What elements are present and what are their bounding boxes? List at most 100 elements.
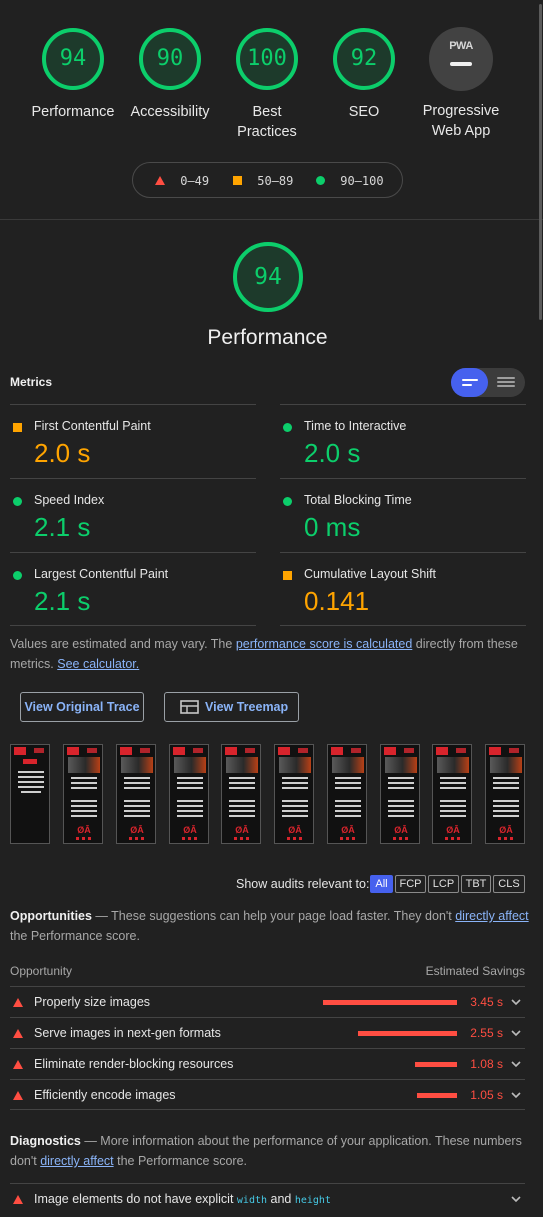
chevron-down-icon[interactable]: [510, 1089, 522, 1101]
score-ring: 100: [234, 26, 300, 92]
metrics-view-toggle[interactable]: [451, 368, 525, 397]
toggle-detail-view[interactable]: [488, 368, 525, 397]
score-value: 90: [156, 46, 184, 71]
filmstrip-frame: ØĀ: [327, 744, 367, 844]
filmstrip-frame: ØĀ: [116, 744, 156, 844]
see-calculator-link[interactable]: See calculator.: [57, 657, 139, 671]
savings-value: 2.55 s: [470, 1026, 503, 1040]
filmstrip-frame: ØĀ: [63, 744, 103, 844]
filter-chip-fcp[interactable]: FCP: [395, 875, 426, 893]
diagnostics-title: Diagnostics: [10, 1134, 81, 1148]
triangle-icon: [13, 1029, 23, 1038]
chevron-down-icon[interactable]: [510, 996, 522, 1008]
circle-icon: [283, 497, 292, 506]
square-icon: [283, 571, 292, 580]
filmstrip-frame: ØĀ: [380, 744, 420, 844]
opportunity-row[interactable]: Properly size images 3.45 s: [10, 986, 525, 1017]
opportunities-desc: the Performance score.: [10, 929, 140, 943]
diagnostics-desc: the Performance score.: [113, 1154, 248, 1168]
pwa-icon: PWA: [429, 27, 493, 91]
filmstrip-frame: ØĀ: [169, 744, 209, 844]
legend-average: 50–89: [233, 174, 293, 188]
chevron-down-icon[interactable]: [510, 1193, 522, 1205]
gauge-label: SEO: [348, 104, 380, 120]
metric-time-to-interactive: Time to Interactive 2.0 s: [280, 404, 526, 478]
filmstrip-frame: [10, 744, 50, 844]
opportunity-row[interactable]: Serve images in next-gen formats 2.55 s: [10, 1017, 525, 1048]
triangle-icon: [13, 1091, 23, 1100]
diagnostic-title: Image elements do not have explicit widt…: [34, 1192, 331, 1206]
metric-value: 0.141: [304, 586, 370, 616]
score-ring: 90: [137, 26, 203, 92]
opportunity-row[interactable]: Eliminate render-blocking resources 1.08…: [10, 1048, 525, 1079]
metrics-heading: Metrics: [10, 375, 53, 389]
gauge-pwa[interactable]: PWA Progressive Web App: [406, 26, 516, 141]
opportunity-row[interactable]: Efficiently encode images 1.05 s: [10, 1079, 525, 1110]
metrics-note: Values are estimated and may vary. The p…: [10, 634, 530, 674]
metric-largest-contentful-paint: Largest Contentful Paint 2.1 s: [10, 552, 256, 626]
scrollbar-thumb[interactable]: [539, 4, 542, 320]
treemap-icon: [180, 700, 199, 714]
savings-value: 3.45 s: [470, 995, 503, 1009]
circle-icon: [283, 423, 292, 432]
triangle-icon: [13, 998, 23, 1007]
circle-icon: [13, 497, 22, 506]
diagnostic-row[interactable]: Image elements do not have explicit widt…: [10, 1183, 525, 1214]
metric-total-blocking-time: Total Blocking Time 0 ms: [280, 478, 526, 552]
gauge-seo[interactable]: 92 SEO: [309, 26, 419, 122]
legend-pass: 90–100: [316, 174, 384, 188]
score-value: 94: [59, 46, 87, 71]
view-original-trace-button[interactable]: View Original Trace: [20, 692, 144, 722]
category-gauges: 94 Performance 90 Accessibility 100 Best…: [0, 0, 543, 220]
gauge-accessibility[interactable]: 90 Accessibility: [115, 26, 225, 122]
metric-value: 2.0 s: [34, 438, 91, 468]
opportunity-title: Properly size images: [34, 995, 151, 1009]
legend-fail: 0–49: [155, 174, 209, 188]
code-height: height: [294, 1195, 331, 1206]
directly-affect-link[interactable]: directly affect: [40, 1154, 113, 1168]
view-treemap-label: View Treemap: [205, 700, 289, 714]
metric-cumulative-layout-shift: Cumulative Layout Shift 0.141: [280, 552, 526, 626]
view-treemap-button[interactable]: View Treemap: [164, 692, 299, 722]
gauge-label: Performance: [31, 104, 115, 120]
note-text: Values are estimated and may vary. The: [10, 637, 236, 651]
score-ring: 94: [40, 26, 106, 92]
code-width: width: [236, 1195, 268, 1206]
opportunities-desc: — These suggestions can help your page l…: [91, 909, 456, 923]
metric-name: Speed Index: [34, 493, 105, 507]
audit-filter-label: Show audits relevant to:: [236, 877, 370, 891]
diagnostic-text: Image elements do not have explicit: [34, 1192, 237, 1206]
directly-affect-link[interactable]: directly affect: [455, 909, 528, 923]
circle-icon: [316, 176, 325, 185]
filter-chip-cls[interactable]: CLS: [493, 875, 525, 893]
metric-name: Largest Contentful Paint: [34, 567, 169, 581]
metric-first-contentful-paint: First Contentful Paint 2.0 s: [10, 404, 256, 478]
filter-chip-tbt[interactable]: TBT: [461, 875, 491, 893]
toggle-summary-view[interactable]: [451, 368, 488, 397]
chevron-down-icon[interactable]: [510, 1058, 522, 1070]
savings-bar: [358, 1031, 457, 1036]
metric-speed-index: Speed Index 2.1 s: [10, 478, 256, 552]
column-estimated-savings: Estimated Savings: [425, 964, 525, 978]
metric-name: Total Blocking Time: [304, 493, 412, 507]
score-calculated-link[interactable]: performance score is calculated: [236, 637, 412, 651]
gauge-performance[interactable]: 94 Performance: [18, 26, 128, 122]
pwa-badge-text: PWA: [449, 40, 473, 52]
opportunity-title: Efficiently encode images: [34, 1088, 176, 1102]
gauge-label: Progressive Web App: [422, 103, 500, 139]
metric-value: 2.0 s: [304, 438, 361, 468]
opportunities-header: Opportunities — These suggestions can he…: [10, 906, 530, 946]
chevron-down-icon[interactable]: [510, 1027, 522, 1039]
performance-gauge: 94: [231, 240, 305, 314]
square-icon: [233, 176, 242, 185]
score-legend: 0–49 50–89 90–100: [132, 162, 403, 198]
filmstrip-frame: ØĀ: [432, 744, 472, 844]
metric-name: Time to Interactive: [304, 419, 407, 433]
gauge-label: Best Practices: [237, 104, 297, 140]
filter-chip-lcp[interactable]: LCP: [428, 875, 459, 893]
filter-chip-all[interactable]: All: [370, 875, 393, 893]
gauge-label: Accessibility: [130, 104, 210, 120]
legend-pass-label: 90–100: [340, 174, 384, 188]
gauge-best-practices[interactable]: 100 Best Practices: [212, 26, 322, 142]
triangle-icon: [155, 176, 165, 185]
